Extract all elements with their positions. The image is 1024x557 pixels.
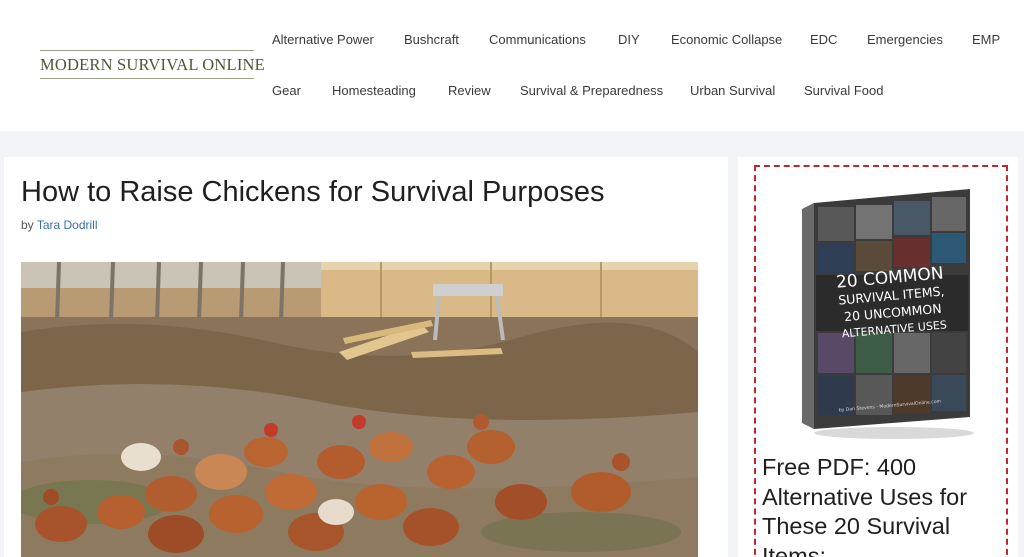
nav-item-urban-survival[interactable]: Urban Survival [690,83,775,98]
nav-item-gear[interactable]: Gear [272,83,301,98]
site-header: MODERN SURVIVAL ONLINE Alternative Power… [0,0,1024,131]
chickens-yard-photo [21,262,698,557]
article-featured-image [21,262,698,557]
logo-bottom-rule [40,78,254,79]
nav-item-diy[interactable]: DIY [618,32,640,47]
nav-item-alternative-power[interactable]: Alternative Power [272,32,374,47]
article-title: How to Raise Chickens for Survival Purpo… [21,176,605,208]
ebook-cover-image[interactable]: 20 COMMON SURVIVAL ITEMS, 20 UNCOMMON AL… [794,183,976,441]
author-link[interactable]: Tara Dodrill [37,218,98,232]
nav-item-communications[interactable]: Communications [489,32,586,47]
free-pdf-headline[interactable]: Free PDF: 400 Alternative Uses for These… [762,453,1002,557]
nav-item-homesteading[interactable]: Homesteading [332,83,416,98]
free-pdf-ad[interactable]: 20 COMMON SURVIVAL ITEMS, 20 UNCOMMON AL… [754,165,1008,557]
nav-item-edc[interactable]: EDC [810,32,837,47]
sidebar: 20 COMMON SURVIVAL ITEMS, 20 UNCOMMON AL… [738,157,1018,557]
nav-item-review[interactable]: Review [448,83,491,98]
nav-item-bushcraft[interactable]: Bushcraft [404,32,459,47]
nav-item-survival-preparedness[interactable]: Survival & Preparedness [520,83,663,98]
site-logo[interactable]: MODERN SURVIVAL ONLINE [40,50,265,79]
article-byline: by Tara Dodrill [21,218,98,232]
byline-prefix: by [21,218,34,232]
nav-item-emergencies[interactable]: Emergencies [867,32,943,47]
nav-item-economic-collapse[interactable]: Economic Collapse [671,32,782,47]
logo-text: MODERN SURVIVAL ONLINE [40,55,265,74]
article-card: How to Raise Chickens for Survival Purpo… [4,157,728,557]
nav-item-survival-food[interactable]: Survival Food [804,83,883,98]
nav-item-emp[interactable]: EMP [972,32,1000,47]
